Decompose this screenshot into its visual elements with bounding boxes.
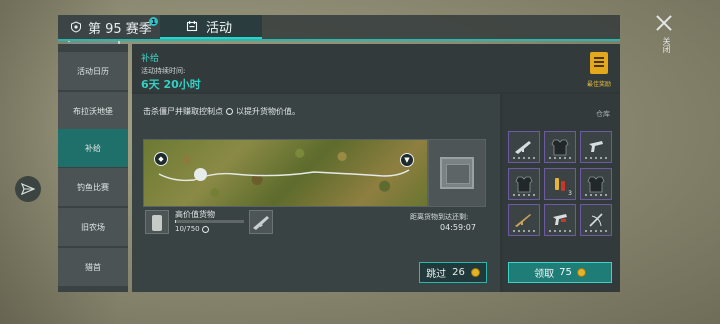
start-pin-icon: ◆	[154, 152, 168, 166]
cargo-label: 高价值货物	[175, 210, 215, 219]
paper-plane-icon	[21, 182, 35, 196]
duration-label: 活动持续时间:	[141, 67, 186, 75]
claim-label: 领取	[534, 269, 555, 280]
rifle-icon	[515, 214, 531, 227]
item-tier-dots	[585, 194, 607, 196]
share-button[interactable]	[15, 176, 41, 202]
tactical-vest-icon	[587, 176, 605, 193]
sidebar-item-bunker[interactable]: 布拉沃地堡	[58, 92, 128, 130]
reward-item-slot[interactable]	[249, 210, 273, 234]
notification-badge: 1	[149, 17, 158, 26]
warehouse-slot[interactable]	[508, 204, 540, 236]
warehouse-slot[interactable]	[544, 204, 576, 236]
cargo-progress-bar	[175, 220, 244, 223]
warehouse-slot[interactable]: 3	[544, 168, 576, 200]
skip-button[interactable]: 跳过 26	[419, 262, 487, 283]
tactical-vest-icon	[515, 176, 533, 193]
sidebar-item-label: 布拉沃地堡	[73, 106, 113, 116]
event-instruction: 击杀僵尸并赚取控制点 以提升货物价值。	[143, 106, 300, 117]
close-label[interactable]: 关闭	[661, 37, 672, 53]
claim-cost: 75	[559, 267, 572, 278]
eta-value: 04:59:07	[440, 223, 476, 232]
warehouse-slot[interactable]	[580, 168, 612, 200]
tab-activity[interactable]: 活动	[160, 15, 262, 39]
tab-bar-background	[262, 15, 620, 39]
cargo-value-text: 10/750	[175, 225, 200, 233]
sidebar-item-fishing[interactable]: 钓鱼比赛	[58, 168, 128, 206]
instruction-suffix: 以提升货物价值。	[236, 107, 300, 116]
reward-list-icon	[590, 52, 608, 74]
sidebar-item-label: 旧农场	[81, 222, 105, 232]
control-point-icon	[226, 108, 233, 115]
skip-cost: 26	[452, 267, 465, 278]
item-tier-dots	[549, 157, 571, 159]
duration-value: 6天 20小时	[141, 78, 201, 91]
item-tier-dots	[585, 157, 607, 159]
sidebar-item-supply[interactable]: 补给	[58, 129, 128, 167]
sidebar-item-label: 钓鱼比赛	[77, 182, 109, 192]
cargo-crate	[428, 139, 486, 207]
tab-underline	[58, 39, 620, 41]
tab-season-label: 第 95 赛季	[88, 21, 152, 37]
instruction-prefix: 击杀僵尸并赚取控制点	[143, 107, 223, 116]
coin-icon	[576, 268, 586, 277]
event-title: 补给	[141, 54, 160, 64]
sidebar-item-old-farm[interactable]: 旧农场	[58, 208, 128, 246]
item-tier-dots	[513, 157, 535, 159]
warehouse-slot[interactable]	[580, 131, 612, 163]
coin-icon	[470, 268, 480, 277]
cargo-value: 10/750	[175, 225, 209, 233]
tab-activity-label: 活动	[206, 20, 233, 36]
tab-season[interactable]: 第 95 赛季 1	[58, 15, 160, 39]
best-reward-button[interactable]: 最佳奖励	[582, 52, 616, 90]
destination-pin-icon: ▼	[400, 153, 414, 167]
best-reward-label: 最佳奖励	[586, 81, 611, 88]
item-tier-dots	[513, 230, 535, 232]
cargo-marker-icon	[194, 168, 207, 181]
sidebar: 活动日历 布拉沃地堡 补给 钓鱼比赛 旧农场 猎首	[58, 44, 128, 292]
shotgun-shells-icon	[555, 178, 565, 191]
item-tier-dots	[585, 230, 607, 232]
cargo-progress-fill	[175, 220, 176, 223]
tactical-vest-icon	[551, 139, 569, 156]
assault-rifle-icon	[515, 141, 531, 154]
item-tier-dots	[549, 230, 571, 232]
canister-icon	[152, 215, 162, 231]
claim-button[interactable]: 领取 75	[508, 262, 612, 283]
warehouse-slot[interactable]	[508, 168, 540, 200]
pistol-icon	[553, 214, 567, 225]
eta-label: 距离货物到达还剩:	[410, 213, 469, 221]
pistol-icon	[589, 141, 603, 152]
close-icon[interactable]	[655, 14, 673, 32]
sidebar-item-hunt[interactable]: 猎首	[58, 248, 128, 286]
route-map: ◆ ▼	[143, 139, 428, 207]
sidebar-item-label: 猎首	[85, 262, 101, 272]
sidebar-item-label: 补给	[85, 143, 101, 153]
warehouse-label: 仓库	[596, 110, 610, 118]
season-shield-icon	[71, 21, 81, 33]
calendar-icon	[186, 21, 198, 32]
event-header	[132, 44, 620, 92]
warehouse-slot[interactable]	[508, 131, 540, 163]
item-count: 3	[568, 190, 572, 197]
warehouse-slot[interactable]	[580, 204, 612, 236]
rifle-icon	[253, 216, 269, 230]
cargo-item-slot[interactable]	[145, 210, 169, 234]
crate-icon	[440, 157, 474, 189]
skip-label: 跳过	[426, 269, 447, 280]
sidebar-item-calendar[interactable]: 活动日历	[58, 52, 128, 90]
crossbow-icon	[589, 213, 603, 227]
warehouse-slot[interactable]	[544, 131, 576, 163]
route-path	[158, 169, 410, 182]
control-point-icon	[201, 225, 209, 233]
item-tier-dots	[513, 194, 535, 196]
sidebar-item-label: 活动日历	[77, 66, 109, 76]
